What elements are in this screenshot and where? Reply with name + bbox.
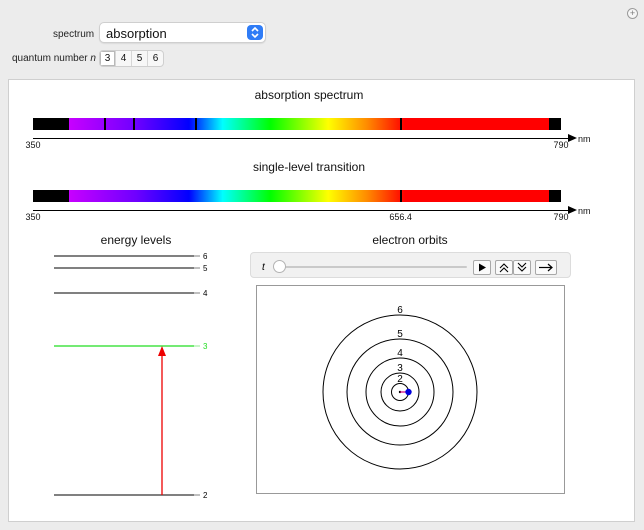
svg-text:4: 4 [203,289,208,298]
single-axis [33,210,569,211]
t-slider-thumb[interactable] [273,260,286,273]
energy-level-2: 2 [54,491,208,500]
electron [400,388,412,396]
t-label: t [262,262,265,273]
t-slider-track[interactable] [275,266,467,268]
quantum-option-4[interactable]: 4 [116,51,132,66]
absorption-title: absorption spectrum [254,88,364,102]
quantum-number-buttons: 3 4 5 6 [99,50,164,67]
abs-xmax-label: 790 [553,140,569,150]
quantum-option-5[interactable]: 5 [132,51,148,66]
play-button[interactable] [473,260,491,275]
quantum-number-label: quantum number n [12,53,96,64]
absorption-bar [33,118,561,130]
absorption-line [104,118,107,130]
svg-text:5: 5 [203,264,208,273]
single-transition-bar [33,190,561,202]
energy-level-6: 6 [54,252,208,261]
orbit-shell-5: 5 [346,329,454,446]
svg-text:2: 2 [203,491,208,500]
svg-text:4: 4 [397,348,403,359]
double-chevron-down-icon [517,262,527,272]
animator-control: t [250,252,571,278]
electron-orbits-title: electron orbits [372,233,448,247]
play-icon [479,263,486,272]
spectrum-label: spectrum [53,29,95,40]
slower-button[interactable] [513,260,531,275]
right-arrow-icon [539,263,553,272]
absorption-line [399,118,402,130]
orbit-shell-4: 4 [365,348,435,427]
transition-line [399,190,402,202]
transition-arrow [158,346,166,495]
spectrum-dropdown[interactable]: absorption [99,22,266,43]
axis-arrow-icon [568,206,577,214]
abs-unit-label: nm [578,134,591,144]
single-line-label: 656.4 [389,212,412,222]
faster-button[interactable] [495,260,513,275]
orbit-plot: 6 5 4 3 2 [256,285,565,494]
plus-icon[interactable]: + [627,8,638,19]
orbit-shell-2: 2 [391,374,409,401]
axis-arrow-icon [568,134,577,142]
svg-text:6: 6 [397,305,403,316]
direction-button[interactable] [535,260,557,275]
energy-level-4: 4 [54,289,208,298]
energy-level-3: 3 [54,342,208,351]
orbit-diagram: 6 5 4 3 2 [322,305,478,470]
absorption-line [195,118,198,130]
quantum-option-3[interactable]: 3 [100,51,116,66]
absorption-line [132,118,135,130]
svg-text:3: 3 [203,342,208,351]
svg-text:5: 5 [397,329,403,340]
single-unit-label: nm [578,206,591,216]
energy-level-diagram: 6 5 4 3 2 [54,252,208,500]
svg-text:6: 6 [203,252,208,261]
abs-xmin-label: 350 [25,140,41,150]
svg-text:3: 3 [397,363,403,374]
energy-level-5: 5 [54,264,208,273]
svg-text:2: 2 [397,374,403,385]
single-xmax-label: 790 [553,212,569,222]
absorption-axis [33,138,569,139]
orbit-shell-3: 3 [380,363,420,412]
visible-band [69,190,549,202]
double-chevron-up-icon [499,263,509,273]
quantum-symbol: n [90,53,96,64]
spectrum-dropdown-value: absorption [106,26,167,41]
updown-chevron-icon [247,25,263,40]
quantum-option-6[interactable]: 6 [148,51,163,66]
single-transition-title: single-level transition [252,160,366,174]
energy-levels-title: energy levels [100,233,172,247]
visible-band [69,118,549,130]
single-xmin-label: 350 [25,212,41,222]
